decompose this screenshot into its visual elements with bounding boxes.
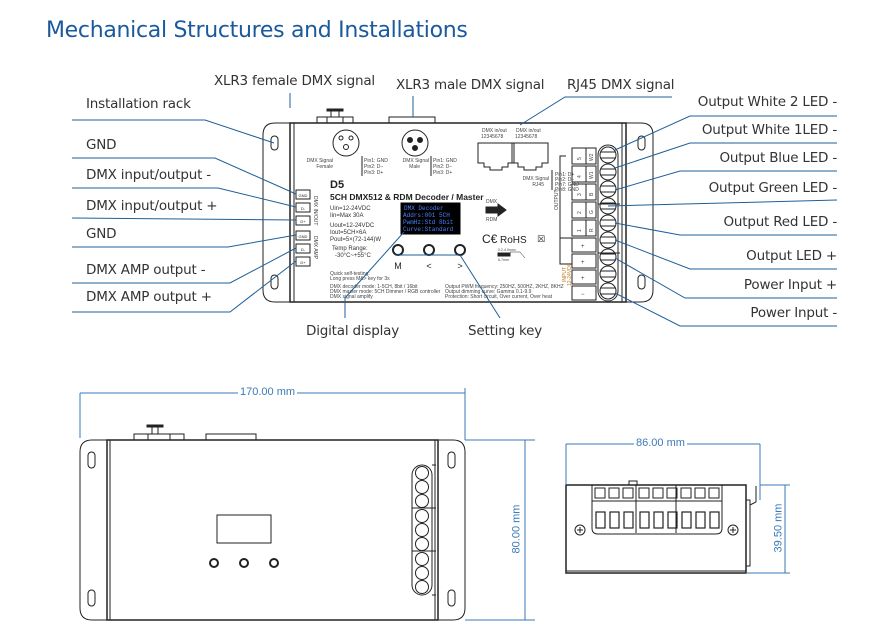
key-right-label: > bbox=[457, 261, 462, 271]
mounting-hole-icon bbox=[447, 589, 456, 607]
rj45-pin-numbers: 12345678 bbox=[515, 134, 537, 140]
xlr-female-icon bbox=[332, 129, 360, 157]
channel-color: G bbox=[589, 210, 595, 214]
rj45-port-icon bbox=[511, 142, 549, 171]
device-text: DMX Signal Female Pin1: GND Pin2: D− Pin… bbox=[299, 128, 595, 300]
output-group-label: OUTPUT bbox=[554, 189, 560, 210]
mounting-hole-icon bbox=[270, 135, 279, 151]
oled-line: Curve:Standard bbox=[403, 226, 454, 233]
channel-number: 3 bbox=[577, 193, 583, 196]
channel-color: W1 bbox=[589, 171, 595, 179]
mounting-hole-icon bbox=[87, 589, 96, 607]
xlr-female-sublabel: Female bbox=[316, 164, 333, 170]
xlr-male-sublabel: Male bbox=[409, 164, 420, 170]
ce-mark-icon: C€ bbox=[482, 232, 498, 246]
dimension-width: 86.00 mm bbox=[634, 437, 687, 449]
rj45-pin-numbers: 12345678 bbox=[481, 134, 503, 140]
terminal-label: D- bbox=[301, 206, 306, 211]
note-right: Protection: Short circuit, Over current,… bbox=[445, 294, 553, 300]
terminal-label: GND bbox=[299, 234, 308, 239]
spec-line: Uin=12-24VDC bbox=[330, 206, 371, 212]
key-left-button[interactable] bbox=[423, 244, 435, 256]
terminal-label: GND bbox=[299, 193, 308, 198]
dmx-amp-group-label: DMX AMP bbox=[312, 236, 318, 260]
display-window bbox=[216, 514, 272, 544]
device-side-view bbox=[565, 480, 757, 574]
dimension-height: 80.00 mm bbox=[510, 502, 523, 556]
rj45-signal-sublabel: RJ45 bbox=[532, 182, 544, 188]
spec-line: Iin=Max 30A bbox=[330, 213, 364, 219]
spec-line: Uout=12-24VDC bbox=[330, 223, 375, 229]
spec-line: Pout=5×(72-144)W bbox=[330, 237, 381, 243]
terminal-label: D- bbox=[301, 247, 306, 252]
temp-label: Temp Range: bbox=[332, 246, 368, 252]
screw-terminals bbox=[599, 146, 617, 300]
diagram-canvas: DMX Signal Female Pin1: GND Pin2: D− Pin… bbox=[71, 93, 838, 621]
minus-sign: − bbox=[581, 292, 585, 298]
rj45-port-icon bbox=[477, 142, 515, 171]
dmx-in-group-label: DMX IN/OUT bbox=[312, 196, 318, 225]
wire-strip-icon bbox=[497, 252, 511, 257]
terminal-label: D+ bbox=[300, 260, 306, 265]
key-m-label: M bbox=[394, 261, 402, 271]
spec-line: Iout=5CH×6A bbox=[330, 230, 366, 236]
temp-value: -30°C~+55°C bbox=[335, 253, 371, 259]
channel-color: R bbox=[589, 228, 595, 232]
xlr-male-pin: Pin3: D+ bbox=[433, 170, 452, 176]
dmx-arrow-bottom: RDM bbox=[486, 217, 497, 223]
plus-sign: + bbox=[581, 276, 585, 282]
weee-bin-icon: ☒ bbox=[537, 235, 545, 245]
oled-line: PwmHz:Std 8bit bbox=[403, 219, 453, 226]
device-name: 5CH DMX512 & RDM Decoder / Master bbox=[330, 192, 484, 202]
dimension-depth: 39.50 mm bbox=[772, 501, 785, 555]
oled-line: DMX Decoder bbox=[404, 205, 444, 212]
key-m-button[interactable] bbox=[392, 244, 404, 256]
input-voltage-label: 12-24VDC bbox=[567, 262, 573, 286]
oled-line: Addrs:001 5CH bbox=[403, 212, 450, 219]
xlr-female-pin: Pin3: D+ bbox=[364, 170, 383, 176]
mounting-hole-icon bbox=[87, 451, 96, 469]
channel-color: B bbox=[589, 192, 595, 196]
mounting-hole-icon bbox=[447, 451, 456, 469]
channel-number: 4 bbox=[577, 175, 583, 178]
rohs-mark: RoHS bbox=[500, 235, 527, 246]
dimension-length: 170.00 mm bbox=[238, 386, 298, 398]
channel-number: 2 bbox=[577, 211, 583, 214]
plus-sign: + bbox=[581, 244, 585, 250]
plus-sign: + bbox=[581, 260, 585, 266]
dmx-arrow-top: DMX bbox=[486, 199, 498, 205]
dmx-rdm-arrow-icon bbox=[485, 203, 507, 217]
channel-number: 1 bbox=[577, 229, 583, 232]
wire-spec: 0.2-4.0mm² bbox=[498, 248, 517, 252]
device-top-view bbox=[79, 424, 466, 621]
key-right-button[interactable] bbox=[454, 244, 466, 256]
device-model: D5 bbox=[330, 179, 344, 191]
key-left-label: < bbox=[426, 261, 431, 271]
wire-spec: 6-7mm bbox=[498, 258, 509, 262]
device-front-view bbox=[262, 108, 654, 303]
note-left: DMX signal amplify bbox=[330, 294, 373, 300]
mounting-hole-icon bbox=[637, 274, 646, 290]
channel-color: W2 bbox=[589, 153, 595, 161]
channel-number: 5 bbox=[577, 157, 583, 160]
terminal-label: D+ bbox=[300, 219, 306, 224]
xlr-male-icon bbox=[401, 129, 429, 157]
